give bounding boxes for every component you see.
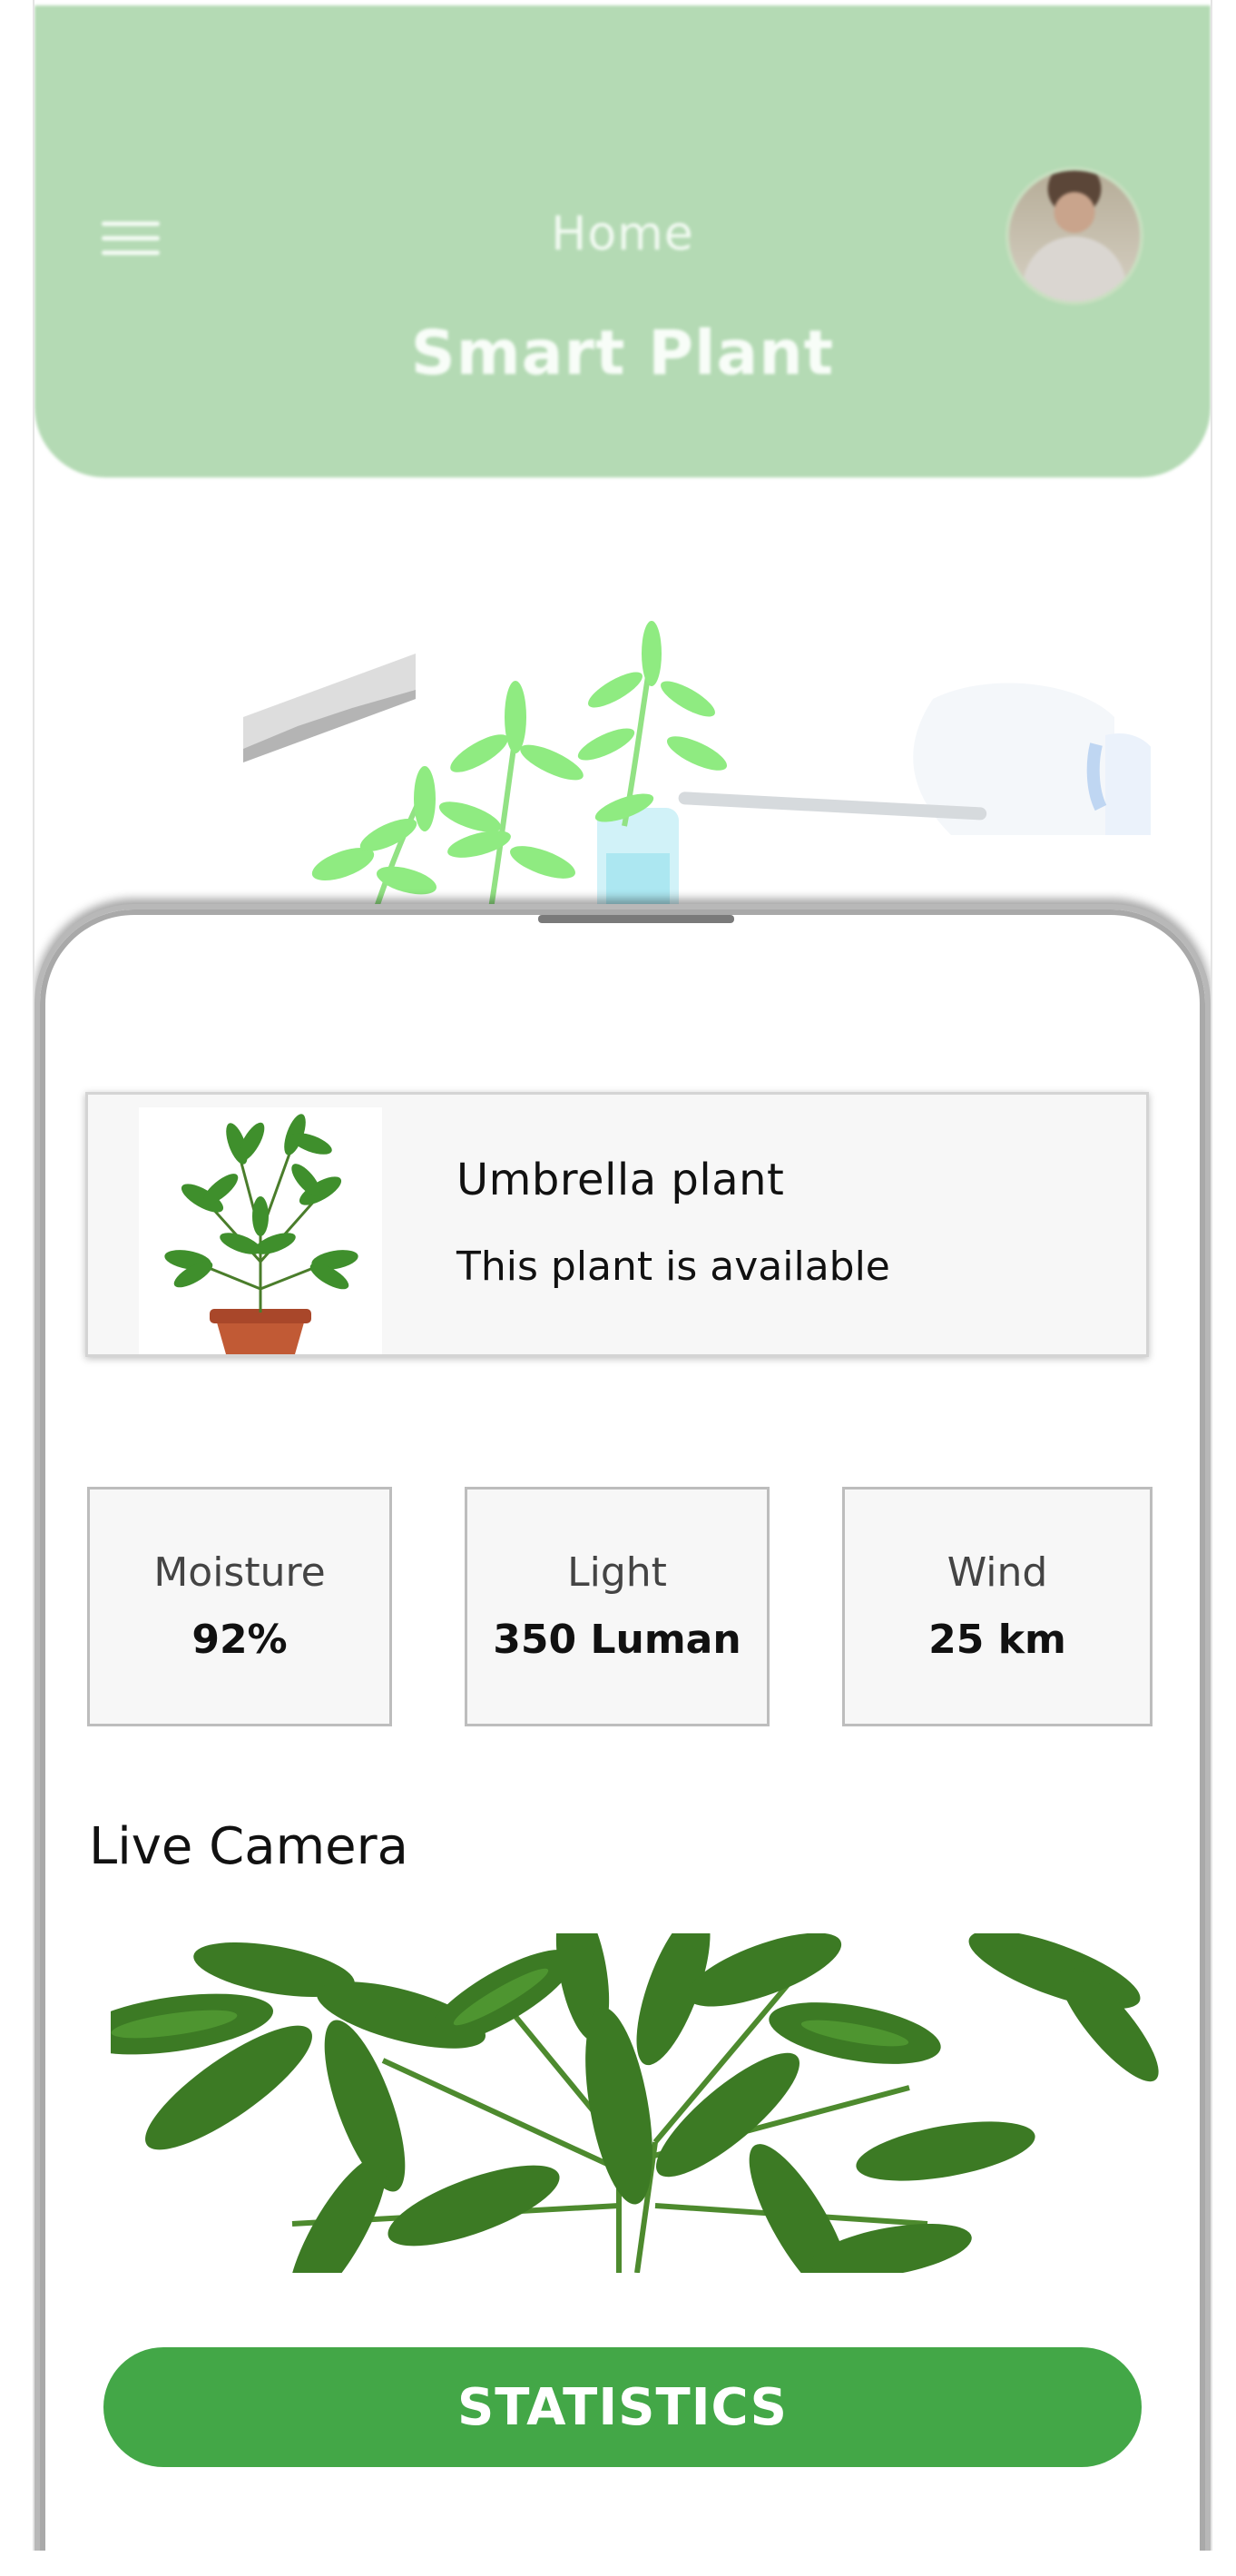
wind-value: 25 km bbox=[928, 1617, 1066, 1663]
light-stat: Light 350 Luman bbox=[465, 1487, 770, 1726]
plant-illustration bbox=[243, 621, 1151, 926]
app-header: Home Smart Plant bbox=[34, 5, 1211, 477]
plant-card[interactable]: Umbrella plant This plant is available bbox=[85, 1092, 1149, 1357]
moisture-stat: Moisture 92% bbox=[87, 1487, 392, 1726]
plant-name: Umbrella plant bbox=[456, 1155, 785, 1205]
plant-thumbnail bbox=[139, 1107, 382, 1354]
wind-stat: Wind 25 km bbox=[842, 1487, 1153, 1726]
user-avatar[interactable] bbox=[1005, 167, 1143, 305]
light-label: Light bbox=[567, 1549, 667, 1596]
plant-status: This plant is available bbox=[456, 1244, 890, 1290]
wind-label: Wind bbox=[947, 1549, 1048, 1596]
sheet-drag-handle[interactable] bbox=[538, 915, 734, 923]
live-camera-title: Live Camera bbox=[89, 1817, 408, 1876]
app-title: Smart Plant bbox=[410, 318, 835, 389]
moisture-label: Moisture bbox=[153, 1549, 326, 1596]
moisture-value: 92% bbox=[191, 1617, 288, 1663]
light-value: 350 Luman bbox=[493, 1617, 741, 1663]
statistics-button[interactable]: STATISTICS bbox=[103, 2347, 1142, 2467]
live-camera-feed[interactable] bbox=[111, 1933, 1182, 2273]
app-screen: Home Smart Plant Umbrella plant This pla… bbox=[33, 0, 1212, 2551]
